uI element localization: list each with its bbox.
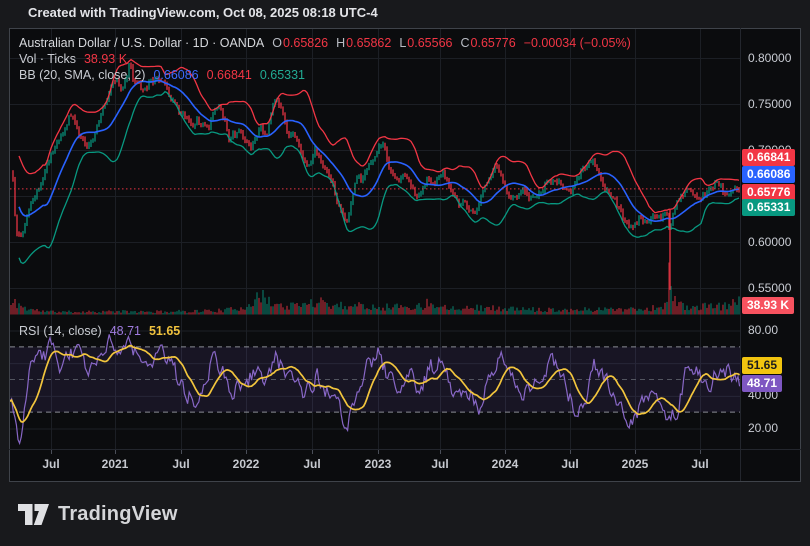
tradingview-logo[interactable]: TradingView bbox=[18, 501, 178, 528]
volume-badge: 38.93 K bbox=[742, 297, 794, 314]
bb-lower-value: 0.65331 bbox=[260, 68, 305, 83]
tradingview-logo-text: TradingView bbox=[58, 503, 178, 526]
time-axis-label[interactable]: 2021 bbox=[102, 457, 129, 471]
rsi-ma-badge: 51.65 bbox=[742, 357, 782, 374]
time-axis-label[interactable]: Jul bbox=[42, 457, 59, 471]
time-axis-label[interactable]: 2023 bbox=[365, 457, 392, 471]
rsi-label: RSI (14, close) bbox=[19, 324, 102, 339]
candles-layer bbox=[13, 63, 739, 238]
time-axis-label[interactable]: Jul bbox=[691, 457, 708, 471]
bb-lower-badge: 0.65331 bbox=[742, 199, 795, 216]
time-axis-label[interactable]: Jul bbox=[172, 457, 189, 471]
ohlc-open: O0.65826 bbox=[272, 36, 328, 51]
symbol-title: Australian Dollar / U.S. Dollar · 1D · O… bbox=[19, 36, 264, 51]
snapshot-header: Created with TradingView.com, Oct 08, 20… bbox=[28, 4, 378, 22]
time-axis-label[interactable]: Jul bbox=[561, 457, 578, 471]
bb-basis-value: 0.66086 bbox=[153, 68, 198, 83]
rsi-axis-label: 20.00 bbox=[748, 421, 778, 436]
time-axis-label[interactable]: 2025 bbox=[622, 457, 649, 471]
rsi-axis-label: 80.00 bbox=[748, 323, 778, 338]
ohlc-high: H0.65862 bbox=[336, 36, 391, 51]
volume-legend[interactable]: Vol · Ticks 38.93 K bbox=[19, 52, 127, 67]
volume-label: Vol · Ticks bbox=[19, 52, 76, 67]
bb-label: BB (20, SMA, close, 2) bbox=[19, 68, 145, 83]
time-axis-label[interactable]: Jul bbox=[431, 457, 448, 471]
symbol-legend[interactable]: Australian Dollar / U.S. Dollar · 1D · O… bbox=[19, 36, 631, 51]
ohlc-close: C0.65776 bbox=[460, 36, 515, 51]
bb-basis-badge: 0.66086 bbox=[742, 166, 795, 183]
bb-upper-value: 0.66841 bbox=[207, 68, 252, 83]
tradingview-snapshot: Created with TradingView.com, Oct 08, 20… bbox=[0, 0, 810, 546]
tradingview-logo-icon bbox=[18, 501, 49, 528]
price-axis-label: 0.55000 bbox=[748, 281, 791, 296]
ohlc-low: L0.65566 bbox=[399, 36, 452, 51]
price-axis-label: 0.75000 bbox=[748, 97, 791, 112]
time-axis-label[interactable]: 2024 bbox=[492, 457, 519, 471]
time-axis-label[interactable]: Jul bbox=[303, 457, 320, 471]
bb-legend[interactable]: BB (20, SMA, close, 2) 0.66086 0.66841 0… bbox=[19, 68, 305, 83]
time-axis-label[interactable]: 2022 bbox=[233, 457, 260, 471]
price-axis-label: 0.80000 bbox=[748, 51, 791, 66]
volume-value: 38.93 K bbox=[84, 52, 127, 67]
rsi-value: 48.71 bbox=[110, 324, 141, 339]
rsi-badge: 48.71 bbox=[742, 375, 782, 392]
rsi-ma-value: 51.65 bbox=[149, 324, 180, 339]
bb-upper-badge: 0.66841 bbox=[742, 149, 795, 166]
price-change: −0.00034 (−0.05%) bbox=[524, 36, 631, 51]
price-close-badge: 0.65776 bbox=[742, 184, 795, 201]
price-axis-label: 0.60000 bbox=[748, 235, 791, 250]
rsi-legend[interactable]: RSI (14, close) 48.71 51.65 bbox=[19, 324, 180, 339]
